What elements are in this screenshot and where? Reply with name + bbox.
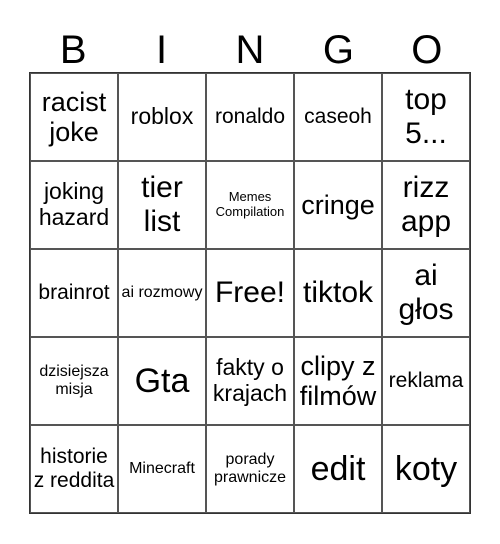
bingo-header: B I N G O — [29, 28, 471, 72]
bingo-cell[interactable]: edit — [294, 425, 382, 513]
bingo-cell[interactable]: brainrot — [30, 249, 118, 337]
bingo-cell[interactable]: porady prawnicze — [206, 425, 294, 513]
bingo-cell[interactable]: fakty o krajach — [206, 337, 294, 425]
header-letter-g: G — [322, 28, 354, 72]
bingo-cell[interactable]: historie z reddita — [30, 425, 118, 513]
bingo-cell[interactable]: ai rozmowy — [118, 249, 206, 337]
bingo-cell[interactable]: koty — [382, 425, 470, 513]
bingo-cell[interactable]: ai głos — [382, 249, 470, 337]
bingo-cell[interactable]: clipy z filmów — [294, 337, 382, 425]
bingo-cell[interactable]: reklama — [382, 337, 470, 425]
bingo-cell[interactable]: cringe — [294, 161, 382, 249]
header-letter-b: B — [59, 28, 87, 72]
header-letter-n: N — [235, 28, 265, 72]
bingo-cell[interactable]: Minecraft — [118, 425, 206, 513]
bingo-cell[interactable]: Memes Compilation — [206, 161, 294, 249]
bingo-cell[interactable]: top 5... — [382, 73, 470, 161]
bingo-cell[interactable]: tier list — [118, 161, 206, 249]
bingo-cell[interactable]: rizz app — [382, 161, 470, 249]
free-space-cell[interactable]: Free! — [206, 249, 294, 337]
bingo-cell[interactable]: Gta — [118, 337, 206, 425]
bingo-cell[interactable]: dzisiejsza misja — [30, 337, 118, 425]
header-letter-o: O — [411, 28, 443, 72]
bingo-cell[interactable]: ronaldo — [206, 73, 294, 161]
bingo-cell[interactable]: tiktok — [294, 249, 382, 337]
bingo-cell[interactable]: caseoh — [294, 73, 382, 161]
bingo-cell[interactable]: joking hazard — [30, 161, 118, 249]
header-letter-i: I — [156, 28, 168, 72]
bingo-cell[interactable]: roblox — [118, 73, 206, 161]
bingo-cell[interactable]: racist joke — [30, 73, 118, 161]
bingo-card: racist joke roblox ronaldo caseoh top 5.… — [29, 72, 471, 514]
